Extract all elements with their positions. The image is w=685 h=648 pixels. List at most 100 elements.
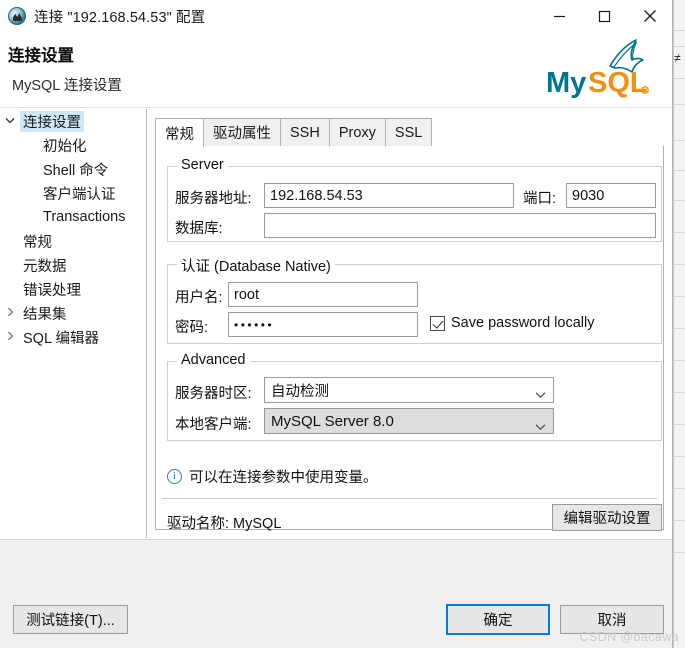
cancel-label: 取消 <box>597 613 627 629</box>
variables-hint-row: i 可以在连接参数中使用变量。 <box>167 466 378 487</box>
minimize-icon[interactable] <box>537 0 582 32</box>
database-label: 数据库: <box>175 221 223 237</box>
window-title: 连接 "192.168.54.53" 配置 <box>34 9 206 26</box>
dialog-body: 连接设置 初始化 Shell 命令 客户端认证 Transactions 常规 … <box>0 109 672 538</box>
sidebar-item-label: 初始化 <box>43 138 87 155</box>
tab-driver-properties[interactable]: 驱动属性 <box>203 118 281 146</box>
watermark: CSDN @bacawa <box>579 630 679 644</box>
driver-divider <box>162 498 657 499</box>
page-title: 连接设置 <box>8 47 74 65</box>
local-client-select[interactable]: MySQL Server 8.0 <box>264 408 554 434</box>
server-group: Server 服务器地址: 192.168.54.53 端口: 9030 数据库… <box>167 157 662 242</box>
tab-general[interactable]: 常规 <box>155 118 204 147</box>
settings-tab-panel: 常规 驱动属性 SSH Proxy SSL Server 服务器地址: 192.… <box>148 109 672 538</box>
sidebar-item-label: 客户端认证 <box>43 186 116 203</box>
tab-ssh[interactable]: SSH <box>280 118 330 146</box>
sidebar-item-label: SQL 编辑器 <box>23 330 100 347</box>
password-label: 密码: <box>175 320 209 336</box>
tab-label: SSH <box>290 124 320 141</box>
sidebar-item-label: Transactions <box>43 209 126 225</box>
timezone-label: 服务器时区: <box>175 386 252 402</box>
sidebar-item-client-identification[interactable]: 客户端认证 <box>0 181 146 205</box>
close-icon[interactable] <box>627 0 672 32</box>
sidebar-item-sql-editor[interactable]: SQL 编辑器 <box>0 325 146 349</box>
header-divider <box>0 107 672 108</box>
advanced-group: Advanced 服务器时区: 自动检测 本地客户端: MySQL Server… <box>167 352 662 441</box>
tab-label: 常规 <box>165 126 194 143</box>
edit-driver-settings-label: 编辑驱动设置 <box>563 511 651 527</box>
info-circle-icon: i <box>167 469 182 484</box>
sidebar-item-label: 连接设置 <box>20 110 84 132</box>
sidebar-item-metadata[interactable]: 元数据 <box>0 253 146 277</box>
variables-hint-text: 可以在连接参数中使用变量。 <box>189 470 378 486</box>
tab-ssl[interactable]: SSL <box>384 118 433 146</box>
chevron-down-icon[interactable] <box>0 116 20 127</box>
maximize-icon[interactable] <box>582 0 627 32</box>
driver-name-label: 驱动名称: MySQL <box>167 516 282 532</box>
chevron-right-icon[interactable] <box>0 331 20 344</box>
username-input[interactable]: root <box>228 282 418 307</box>
dialog-screenshot-root: ≠ 连接 "192.168.54.53" 配置 连接设置 MySQL 连接设置 <box>0 0 685 648</box>
chevron-right-icon[interactable] <box>0 307 20 320</box>
sidebar-item-label: 元数据 <box>23 258 67 275</box>
tab-label: Proxy <box>338 124 376 141</box>
password-input-value: •••••• <box>234 317 275 332</box>
dbeaver-connection-icon <box>8 7 26 25</box>
local-client-label: 本地客户端: <box>175 417 252 433</box>
tab-proxy[interactable]: Proxy <box>328 118 386 146</box>
sidebar-item-shell-commands[interactable]: Shell 命令 <box>0 157 146 181</box>
page-subtitle: MySQL 连接设置 <box>12 78 122 94</box>
sidebar-item-general[interactable]: 常规 <box>0 229 146 253</box>
ok-label: 确定 <box>483 613 513 629</box>
port-label: 端口: <box>523 191 557 207</box>
mysql-logo: My SQL <box>544 36 656 104</box>
timezone-select-value: 自动检测 <box>271 383 329 400</box>
sidebar-item-label: 结果集 <box>23 306 67 323</box>
sidebar-item-connection-settings[interactable]: 连接设置 <box>0 109 146 133</box>
background-window-strip: ≠ <box>673 0 685 648</box>
save-password-checkbox-row[interactable]: Save password locally <box>430 315 594 331</box>
svg-text:SQL: SQL <box>588 67 648 99</box>
sidebar-item-transactions[interactable]: Transactions <box>0 205 146 229</box>
port-input-value: 9030 <box>572 187 605 204</box>
chevron-down-icon[interactable] <box>535 387 546 398</box>
tab-label: 驱动属性 <box>213 126 271 142</box>
background-window-text: ≠ <box>674 52 681 64</box>
tab-content-general: Server 服务器地址: 192.168.54.53 端口: 9030 数据库… <box>155 146 664 532</box>
svg-text:My: My <box>546 67 586 99</box>
authentication-group-legend: 认证 (Database Native) <box>177 255 335 276</box>
port-input[interactable]: 9030 <box>566 183 656 208</box>
database-input[interactable] <box>264 213 656 238</box>
server-group-legend: Server <box>177 157 228 173</box>
dialog-footer: 测试链接(T)... 确定 取消 <box>0 539 672 648</box>
sidebar-item-label: 常规 <box>23 234 52 251</box>
advanced-group-legend: Advanced <box>177 352 250 368</box>
sidebar-item-initialize[interactable]: 初始化 <box>0 133 146 157</box>
host-input-value: 192.168.54.53 <box>270 187 363 204</box>
chevron-down-icon[interactable] <box>535 418 546 430</box>
timezone-select[interactable]: 自动检测 <box>264 377 554 403</box>
title-bar: 连接 "192.168.54.53" 配置 <box>0 0 672 32</box>
sidebar-item-label: Shell 命令 <box>43 162 109 179</box>
edit-driver-settings-button[interactable]: 编辑驱动设置 <box>552 504 662 531</box>
settings-tree: 连接设置 初始化 Shell 命令 客户端认证 Transactions 常规 … <box>0 109 147 538</box>
ok-button[interactable]: 确定 <box>446 604 550 635</box>
host-input[interactable]: 192.168.54.53 <box>264 183 514 208</box>
test-connection-button[interactable]: 测试链接(T)... <box>13 605 128 634</box>
save-password-checkbox[interactable] <box>430 315 445 331</box>
connection-settings-dialog: 连接 "192.168.54.53" 配置 连接设置 MySQL 连接设置 My… <box>0 0 673 648</box>
save-password-label: Save password locally <box>451 315 595 331</box>
username-input-value: root <box>234 286 259 303</box>
sidebar-item-result-sets[interactable]: 结果集 <box>0 301 146 325</box>
username-label: 用户名: <box>175 290 223 306</box>
test-connection-label: 测试链接(T)... <box>26 613 115 629</box>
window-controls <box>537 0 672 32</box>
tab-strip: 常规 驱动属性 SSH Proxy SSL <box>155 118 664 147</box>
tab-label: SSL <box>394 124 423 141</box>
sidebar-item-label: 错误处理 <box>23 282 81 299</box>
sidebar-item-error-handling[interactable]: 错误处理 <box>0 277 146 301</box>
authentication-group: 认证 (Database Native) 用户名: root 密码: •••••… <box>167 255 662 344</box>
local-client-select-value: MySQL Server 8.0 <box>271 412 394 430</box>
host-label: 服务器地址: <box>175 191 252 207</box>
password-input[interactable]: •••••• <box>228 312 418 337</box>
